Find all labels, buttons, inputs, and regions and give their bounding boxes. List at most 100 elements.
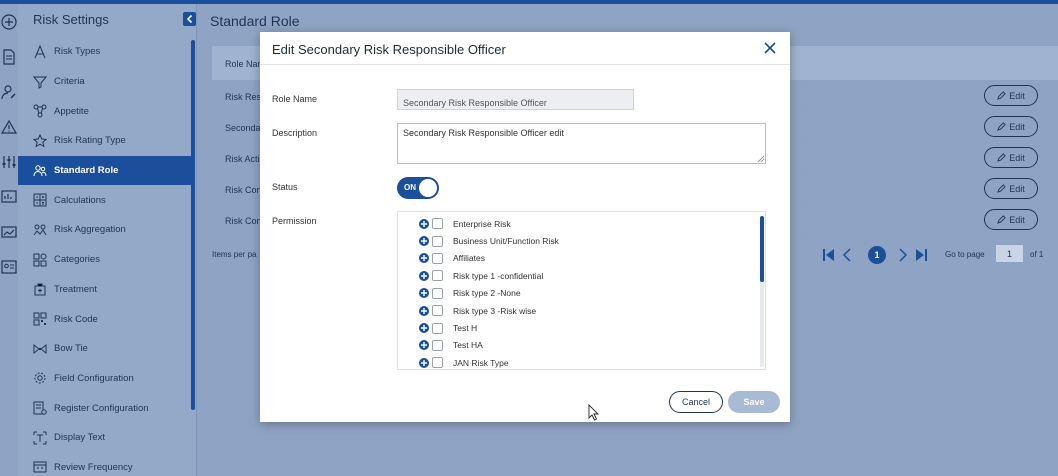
qr-code-icon [33,312,47,326]
pencil-icon [997,184,1006,193]
dashboard-icon[interactable] [1,189,17,205]
sidebar-item-appetite[interactable]: Appetite [18,96,191,126]
expand-plus-icon[interactable] [419,270,429,281]
permission-checkbox[interactable] [432,357,443,369]
sidebar-item-risk-code[interactable]: Risk Code [18,304,191,334]
sidebar-item-calculations[interactable]: Calculations [18,185,191,215]
sidebar-item-label: Risk Types [54,46,101,58]
sidebar-item-label: Review Frequency [54,461,133,473]
sidebar-item-label: Risk Code [54,313,98,325]
edit-button[interactable]: Edit [984,85,1038,106]
sidebar-item-treatment[interactable]: Treatment [18,275,191,305]
permission-checkbox[interactable] [432,235,443,247]
ruler-compass-icon [33,44,47,59]
sidebar-item-bow-tie[interactable]: Bow Tie [18,334,191,364]
expand-plus-icon[interactable] [419,253,429,264]
permission-checkbox[interactable] [432,339,443,351]
sidebar-item-label: Criteria [54,76,85,88]
permission-item: JAN Risk Type [419,354,509,369]
collapse-sidebar-button[interactable] [183,12,196,26]
categories-icon [33,253,47,267]
total-pages-label: of 1 [1030,250,1044,259]
permission-item: Affiliates [419,250,485,267]
permission-checkbox[interactable] [432,322,443,334]
save-button[interactable]: Save [728,391,780,413]
permission-checkbox[interactable] [432,305,443,317]
permission-label-text: Risk type 1 -confidential [453,270,544,281]
calculator-icon [33,193,47,207]
permission-item: Risk type 3 -Risk wise [419,302,536,319]
expand-plus-icon[interactable] [419,357,429,368]
sidebar-item-display-text[interactable]: Display Text [18,423,191,453]
sidebar-item-label: Display Text [54,432,106,444]
permission-scrollbar-thumb[interactable] [760,216,764,282]
add-circle-icon[interactable] [1,14,17,30]
permission-label-text: JAN Risk Type [453,357,509,368]
gear-icon [33,371,47,385]
sidebar-item-label: Register Configuration [54,402,149,414]
edit-button[interactable]: Edit [984,178,1038,199]
permission-item: Test HA [419,337,483,354]
pencil-icon [997,91,1006,100]
sidebar-item-risk-types[interactable]: Risk Types [18,37,191,67]
sidebar-item-register-configuration[interactable]: Register Configuration [18,393,191,423]
status-toggle[interactable]: ON [397,177,439,199]
sidebar-item-categories[interactable]: Categories [18,245,191,275]
resize-grip-icon[interactable] [757,155,765,163]
sidebar-item-label: Field Configuration [54,372,134,384]
edit-button[interactable]: Edit [984,116,1038,137]
edit-button[interactable]: Edit [984,147,1038,168]
sidebar-item-risk-rating-type[interactable]: Risk Rating Type [18,126,191,156]
expand-plus-icon[interactable] [419,218,429,229]
star-icon [32,133,48,148]
description-field[interactable]: Secondary Risk Responsible Officer edit [397,123,766,164]
permission-label-text: Risk type 3 -Risk wise [453,305,537,316]
items-per-page-label: Items per pa [212,250,257,259]
sidebar-item-criteria[interactable]: Criteria [18,67,191,97]
pencil-icon [997,215,1006,224]
sidebar-item-label: Risk Aggregation [54,224,126,236]
column-header-role-name: Role Nam [225,59,266,69]
sidebar-item-risk-aggregation[interactable]: Risk Aggregation [18,215,191,245]
permission-checkbox[interactable] [432,287,443,299]
calendar-icon [33,460,47,474]
permission-label: Permission [272,216,317,226]
expand-plus-icon[interactable] [419,236,429,247]
next-page-icon[interactable] [896,247,910,263]
permission-checkbox[interactable] [432,218,443,230]
warning-icon[interactable] [0,119,18,135]
role-name-field[interactable] [397,89,634,110]
previous-page-icon[interactable] [840,247,854,263]
role-name-cell: Seconda [225,123,261,133]
user-edit-icon[interactable] [1,84,17,100]
dialog-title: Edit Secondary Risk Responsible Officer [272,42,506,57]
sidebar-item-label: Calculations [54,194,106,206]
document-icon[interactable] [1,49,17,65]
cancel-button[interactable]: Cancel [669,391,723,413]
register-config-icon [33,401,47,415]
role-name-cell: Risk Con [225,185,262,195]
goto-page-input[interactable] [995,244,1024,263]
chart-icon[interactable] [1,224,17,240]
sidebar-item-field-configuration[interactable]: Field Configuration [18,364,191,394]
permission-checkbox[interactable] [432,270,443,282]
edit-button[interactable]: Edit [984,209,1038,230]
expand-plus-icon[interactable] [419,288,429,299]
pencil-icon [997,153,1006,162]
sidebar-item-standard-role[interactable]: Standard Role [18,155,191,186]
last-page-icon[interactable] [914,247,928,263]
users-icon [33,164,47,178]
id-card-icon[interactable] [1,259,17,275]
expand-plus-icon[interactable] [419,305,429,316]
permission-checkbox[interactable] [432,252,443,264]
expand-plus-icon[interactable] [419,340,429,351]
goto-page-label: Go to page [945,250,985,259]
close-icon[interactable] [762,40,778,56]
first-page-icon[interactable] [822,247,836,263]
expand-plus-icon[interactable] [419,323,429,334]
sidebar-scrollbar[interactable] [191,40,195,410]
sidebar-item-label: Appetite [54,105,89,117]
current-page-number[interactable]: 1 [868,246,886,264]
sliders-icon[interactable] [1,154,17,170]
sidebar-item-review-frequency[interactable]: Review Frequency [18,453,191,476]
